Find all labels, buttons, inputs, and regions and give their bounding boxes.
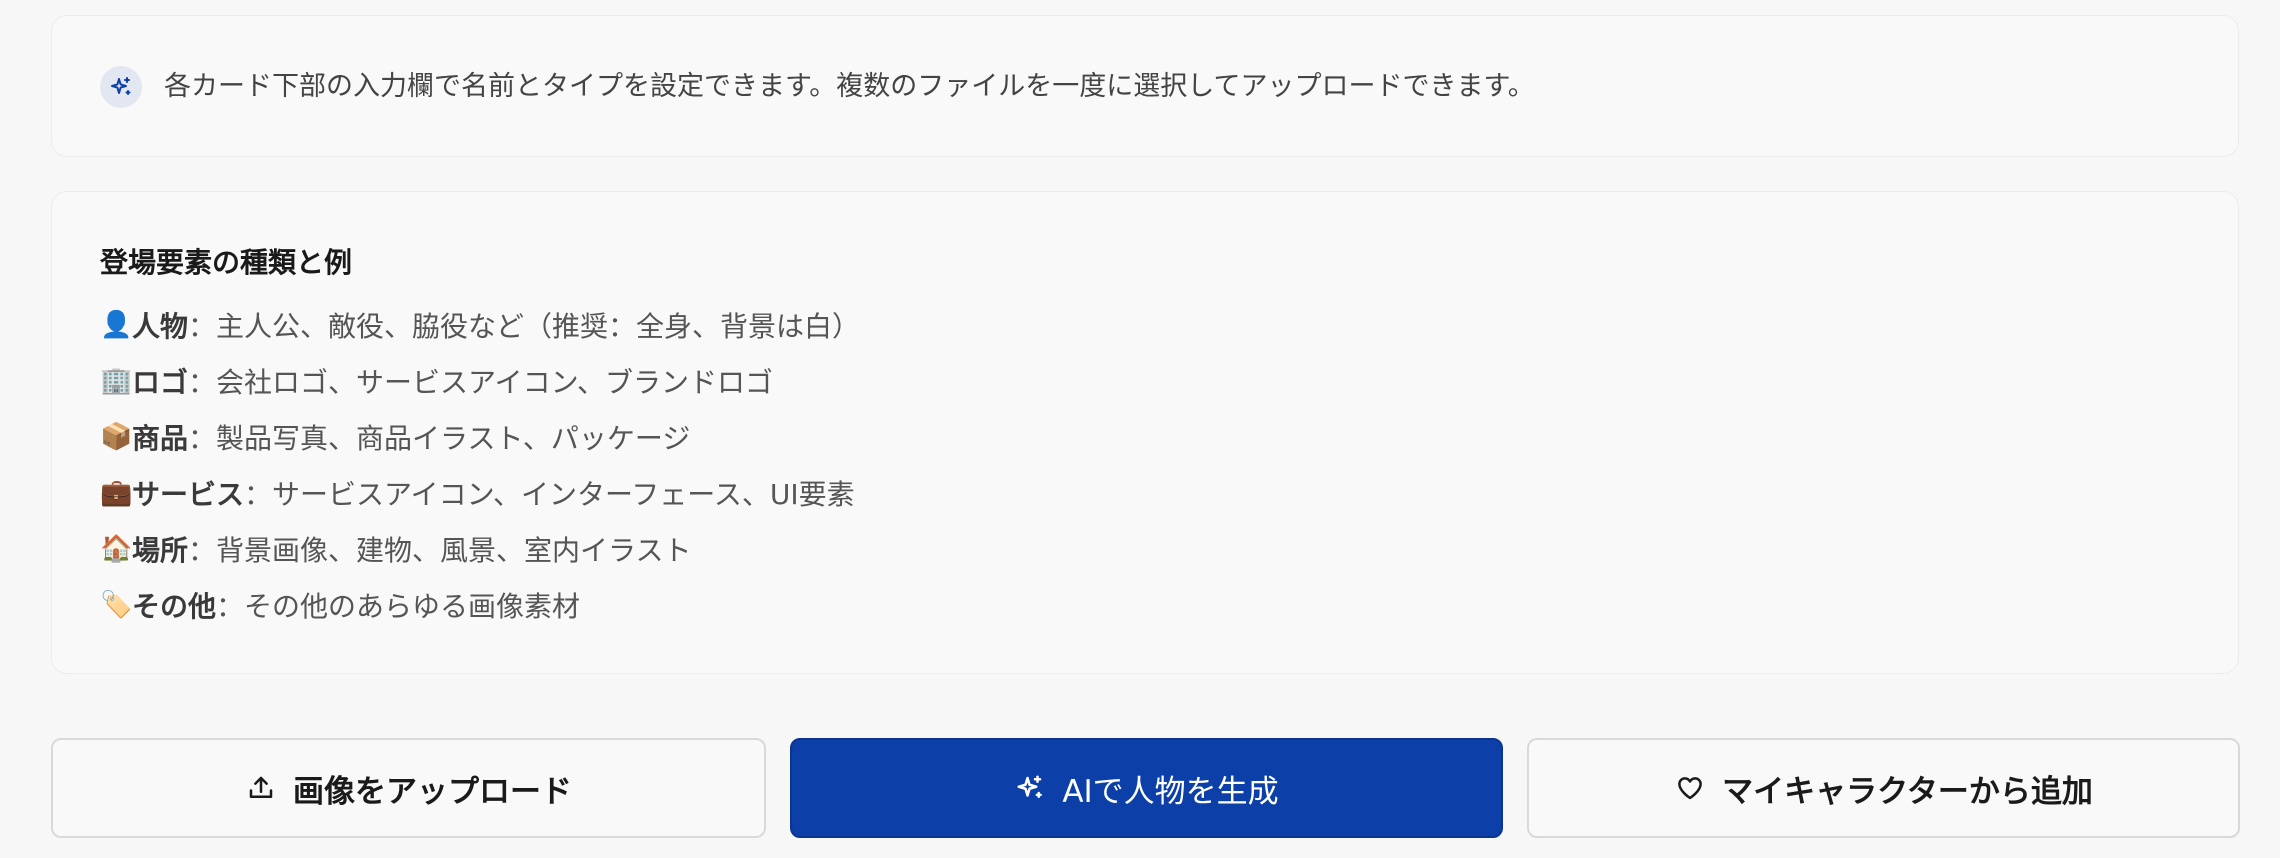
sparkles-icon (1014, 772, 1046, 804)
person-icon: 👤 (100, 310, 133, 340)
briefcase-icon: 💼 (100, 478, 133, 508)
generate-person-ai-button[interactable]: AIで人物を生成 (790, 738, 1503, 838)
upload-image-button[interactable]: 画像をアップロード (51, 738, 766, 838)
type-name: サービス (132, 478, 245, 511)
type-description: 主人公、敵役、脇役など（推奨：全身、背景は白） (216, 310, 861, 343)
building-icon: 🏢 (100, 366, 133, 396)
type-description: その他のあらゆる画像素材 (244, 590, 581, 623)
package-icon: 📦 (100, 422, 133, 452)
element-types-card: 登場要素の種類と例 👤 人物 ： 主人公、敵役、脇役など（推奨：全身、背景は白）… (51, 191, 2239, 674)
element-types-list: 👤 人物 ： 主人公、敵役、脇役など（推奨：全身、背景は白） 🏢 ロゴ ： 会社… (100, 297, 860, 633)
type-separator: ： (188, 310, 217, 343)
type-name: 商品 (132, 422, 189, 455)
type-separator: ： (216, 590, 245, 623)
tip-card: 各カード下部の入力欄で名前とタイプを設定できます。複数のファイルを一度に選択して… (51, 15, 2239, 157)
type-item-place: 🏠 場所 ： 背景画像、建物、風景、室内イラスト (100, 521, 860, 577)
tip-text: 各カード下部の入力欄で名前とタイプを設定できます。複数のファイルを一度に選択して… (164, 71, 1535, 102)
add-from-my-characters-label: マイキャラクターから追加 (1722, 773, 2093, 810)
type-name: ロゴ (132, 366, 189, 399)
add-from-my-characters-button[interactable]: マイキャラクターから追加 (1527, 738, 2240, 838)
type-separator: ： (188, 534, 217, 567)
element-types-title: 登場要素の種類と例 (100, 246, 353, 279)
tag-icon: 🏷️ (100, 590, 133, 620)
upload-image-label: 画像をアップロード (293, 773, 572, 810)
type-name: 人物 (132, 310, 189, 343)
type-description: サービスアイコン、インターフェース、UI要素 (272, 478, 855, 511)
sparkles-icon (100, 66, 142, 108)
type-separator: ： (188, 366, 217, 399)
type-name: 場所 (132, 534, 189, 567)
type-description: 製品写真、商品イラスト、パッケージ (216, 422, 691, 455)
type-description: 会社ロゴ、サービスアイコン、ブランドロゴ (216, 366, 773, 399)
type-item-person: 👤 人物 ： 主人公、敵役、脇役など（推奨：全身、背景は白） (100, 297, 860, 353)
type-item-service: 💼 サービス ： サービスアイコン、インターフェース、UI要素 (100, 465, 860, 521)
type-item-logo: 🏢 ロゴ ： 会社ロゴ、サービスアイコン、ブランドロゴ (100, 353, 860, 409)
upload-icon (245, 772, 277, 804)
house-icon: 🏠 (100, 534, 133, 564)
type-name: その他 (132, 590, 217, 623)
generate-person-ai-label: AIで人物を生成 (1062, 773, 1279, 810)
type-separator: ： (244, 478, 273, 511)
type-separator: ： (188, 422, 217, 455)
type-item-product: 📦 商品 ： 製品写真、商品イラスト、パッケージ (100, 409, 860, 465)
type-item-other: 🏷️ その他 ： その他のあらゆる画像素材 (100, 577, 860, 633)
type-description: 背景画像、建物、風景、室内イラスト (216, 534, 692, 567)
heart-icon (1674, 772, 1706, 804)
